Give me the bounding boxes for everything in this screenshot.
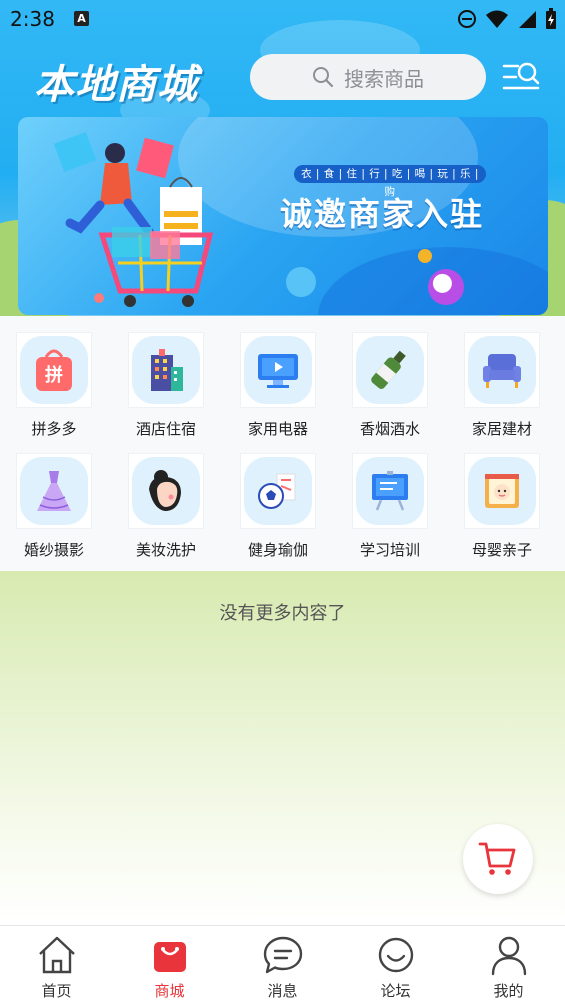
category-item-education[interactable]: 学习培训 (334, 453, 446, 573)
status-icons (457, 8, 557, 30)
category-item-baby[interactable]: 母婴亲子 (446, 453, 558, 573)
wedding-dress-icon (37, 471, 71, 511)
pinduoduo-bag-icon: 拼 (36, 349, 72, 391)
category-label: 家用电器 (247, 420, 308, 438)
home-icon (38, 936, 75, 974)
category-label: 婚纱摄影 (23, 541, 84, 559)
chat-bubble-icon (263, 936, 302, 974)
category-item-hotel[interactable]: 酒店住宿 (110, 332, 222, 452)
nav-mall[interactable]: 商城 (113, 926, 226, 1004)
app-logo: 本地商城 (34, 62, 198, 108)
sofa-icon (483, 354, 521, 388)
dnd-icon (458, 10, 476, 28)
category-grid: 拼 拼多多 酒店住宿 家用电器 香烟酒水 家居建材 婚纱摄影 美妆洗护 健身瑜伽… (0, 316, 565, 571)
nav-messages[interactable]: 消息 (226, 926, 339, 1004)
battery-icon (546, 8, 556, 29)
smile-face-icon (378, 937, 413, 973)
banner-tagline: 衣 | 食 | 住 | 行 | 吃 | 喝 | 玩 | 乐 | 购 (294, 165, 486, 198)
status-bar: 2:38 A (0, 0, 565, 36)
signal-icon (519, 11, 536, 28)
nav-profile[interactable]: 我的 (452, 926, 565, 1004)
nav-home-label: 首页 (41, 982, 72, 1000)
tv-monitor-icon (258, 354, 298, 388)
category-item-fitness[interactable]: 健身瑜伽 (222, 453, 334, 573)
nav-profile-label: 我的 (493, 982, 524, 1000)
nav-messages-label: 消息 (267, 982, 298, 1000)
category-label: 家居建材 (471, 420, 532, 438)
category-label: 酒店住宿 (135, 420, 196, 438)
nav-forum[interactable]: 论坛 (339, 926, 452, 1004)
banner-title: 诚邀商家入驻 (280, 195, 485, 233)
category-item-appliance[interactable]: 家用电器 (222, 332, 334, 452)
status-notification-icon: A (74, 11, 89, 26)
hotel-building-icon (151, 349, 183, 391)
category-item-liquor[interactable]: 香烟酒水 (334, 332, 446, 452)
category-item-pinduoduo[interactable]: 拼 拼多多 (0, 332, 110, 452)
no-more-content-text: 没有更多内容了 (219, 603, 346, 624)
category-label: 美妆洗护 (135, 541, 196, 559)
menu-search-icon[interactable] (502, 60, 540, 94)
woman-face-icon (149, 470, 181, 511)
status-time: 2:38 (10, 7, 55, 31)
promo-banner[interactable]: 衣 | 食 | 住 | 行 | 吃 | 喝 | 玩 | 乐 | 购 诚邀商家入驻 (18, 117, 548, 315)
svg-text:拼: 拼 (45, 364, 63, 386)
search-placeholder: 搜索商品 (344, 66, 424, 91)
category-label: 拼多多 (31, 420, 77, 438)
category-label: 母婴亲子 (471, 541, 532, 559)
cart-icon (478, 842, 516, 875)
category-label: 香烟酒水 (359, 420, 420, 438)
category-label: 健身瑜伽 (247, 541, 308, 559)
presentation-board-icon (372, 471, 408, 511)
category-label: 学习培训 (359, 541, 420, 559)
soccer-ball-icon (258, 473, 296, 509)
person-icon (491, 936, 526, 976)
cart-button[interactable] (463, 824, 533, 894)
wifi-icon (486, 10, 508, 28)
shopping-cart-illustration (53, 132, 214, 307)
nav-home[interactable]: 首页 (0, 926, 113, 1004)
search-input[interactable]: 搜索商品 (250, 54, 486, 100)
nav-forum-label: 论坛 (380, 982, 411, 1000)
shopping-bag-icon (153, 942, 186, 972)
bottom-nav: 首页 商城 消息 论坛 我的 (0, 925, 565, 1004)
wine-bottle-icon (371, 350, 406, 389)
baby-icon (485, 474, 519, 508)
category-item-furniture[interactable]: 家居建材 (446, 332, 558, 452)
category-item-wedding[interactable]: 婚纱摄影 (0, 453, 110, 573)
category-item-beauty[interactable]: 美妆洗护 (110, 453, 222, 573)
search-icon (313, 67, 334, 88)
nav-mall-label: 商城 (154, 982, 185, 1000)
